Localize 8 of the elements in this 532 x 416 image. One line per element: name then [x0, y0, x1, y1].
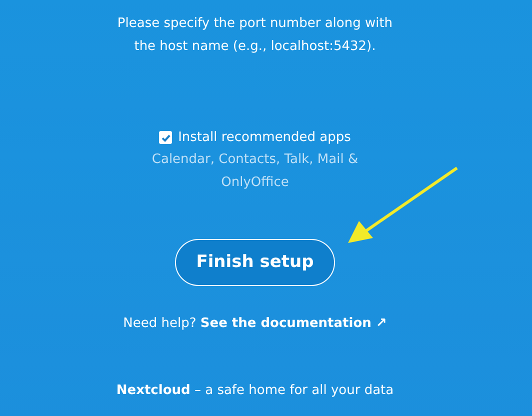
hint-text: Please specify the port number along with the host name (e.g., localhost:5432).: [116, 15, 394, 56]
finish-setup-button[interactable]: Finish setup: [175, 238, 335, 286]
help-text: Need help?: [123, 316, 198, 331]
checkbox[interactable]: [159, 131, 172, 144]
checkbox-label[interactable]: Install recommended apps: [178, 128, 351, 148]
footer-text: Nextcloud – a safe home for all your data: [116, 382, 394, 400]
apps-list: Calendar, Contacts, Talk, Mail & OnlyOffice: [140, 148, 370, 194]
documentation-link[interactable]: See the documentation ↗: [200, 316, 387, 331]
